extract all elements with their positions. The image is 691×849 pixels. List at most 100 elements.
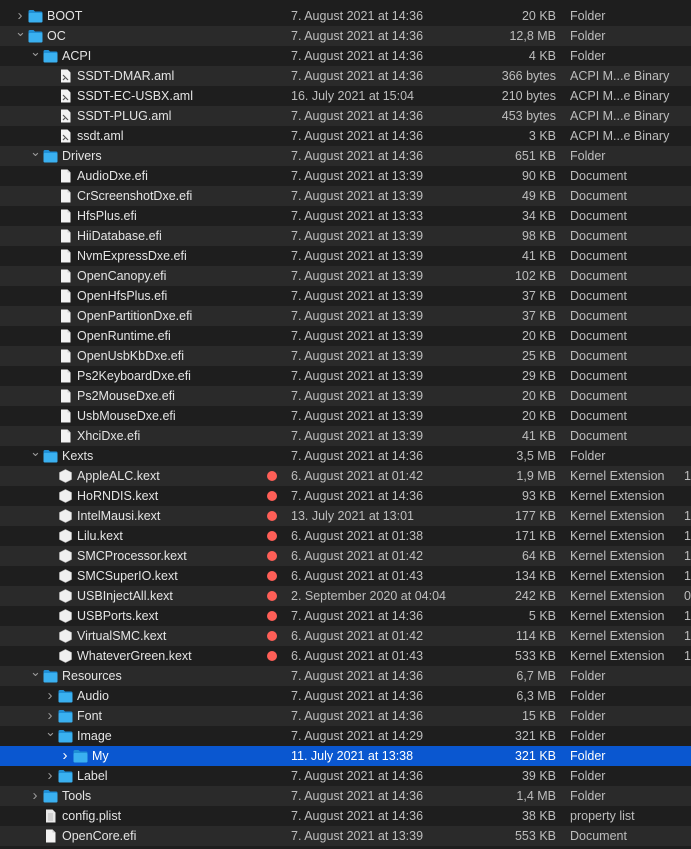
- file-row[interactable]: USBPorts.kext 7. August 2021 at 14:36 5 KB…: [0, 606, 691, 626]
- file-size: 20 KB: [521, 329, 556, 343]
- file-name: Lilu.kext: [77, 529, 123, 543]
- file-row[interactable]: HoRNDIS.kext 7. August 2021 at 14:36 93 KB…: [0, 486, 691, 506]
- file-size: 177 KB: [514, 509, 556, 523]
- file-row[interactable]: OpenUsbKbDxe.efi 7. August 2021 at 13:39 2…: [0, 346, 691, 366]
- kext-icon: [58, 589, 73, 603]
- chevron-down-icon[interactable]: ⌄: [30, 42, 41, 62]
- file-name: SSDT-DMAR.aml: [77, 69, 175, 83]
- file-kind: Kernel Extension: [570, 469, 665, 483]
- file-kind: Document: [570, 189, 627, 203]
- chevron-right-icon[interactable]: ›: [60, 746, 70, 766]
- red-tag-dot: [267, 531, 277, 541]
- file-row[interactable]: WhateverGreen.kext 6. August 2021 at 01:4…: [0, 646, 691, 666]
- file-row[interactable]: SMCProcessor.kext 6. August 2021 at 01:42…: [0, 546, 691, 566]
- file-row[interactable]: XhciDxe.efi 7. August 2021 at 13:39 41 KB D…: [0, 426, 691, 446]
- file-kind: Document: [570, 349, 627, 363]
- folder-row[interactable]: › My 11. July 2021 at 13:38 321 KB Folder: [0, 746, 691, 766]
- file-row[interactable]: OpenHfsPlus.efi 7. August 2021 at 13:39 37…: [0, 286, 691, 306]
- chevron-down-icon[interactable]: ⌄: [30, 442, 41, 462]
- file-size: 366 bytes: [501, 69, 556, 83]
- date-modified: 7. August 2021 at 14:36: [291, 669, 424, 683]
- document-icon: [58, 189, 73, 203]
- extra-column: 1: [684, 649, 691, 663]
- file-row[interactable]: OpenCore.efi 7. August 2021 at 13:39 553 K…: [0, 826, 691, 846]
- file-kind: Kernel Extension: [570, 569, 665, 583]
- date-modified: 7. August 2021 at 13:39: [291, 829, 424, 843]
- file-row[interactable]: AppleALC.kext 6. August 2021 at 01:42 1,9 …: [0, 466, 691, 486]
- file-kind: Document: [570, 429, 627, 443]
- file-name: OpenCore.efi: [62, 829, 137, 843]
- file-row[interactable]: Lilu.kext 6. August 2021 at 01:38 171 KB Ke…: [0, 526, 691, 546]
- file-row[interactable]: UsbMouseDxe.efi 7. August 2021 at 13:39 20…: [0, 406, 691, 426]
- plist-document-icon: [43, 809, 58, 823]
- file-name: SSDT-EC-USBX.aml: [77, 89, 193, 103]
- folder-row[interactable]: › Audio 7. August 2021 at 14:36 6,3 MB Folde…: [0, 686, 691, 706]
- folder-row[interactable]: ⌄ ACPI 7. August 2021 at 14:36 4 KB Folder: [0, 44, 691, 66]
- file-name: SMCSuperIO.kext: [77, 569, 178, 583]
- chevron-down-icon[interactable]: ⌄: [30, 142, 41, 162]
- red-tag-dot: [267, 571, 277, 581]
- date-modified: 7. August 2021 at 13:33: [291, 209, 424, 223]
- folder-icon: [43, 149, 58, 163]
- folder-row[interactable]: ⌄ Image 7. August 2021 at 14:29 321 KB Folde…: [0, 724, 691, 746]
- file-size: 98 KB: [521, 229, 556, 243]
- folder-icon: [58, 709, 73, 723]
- file-kind: ACPI M...e Binary: [570, 89, 670, 103]
- file-kind: Document: [570, 229, 627, 243]
- file-row[interactable]: USBInjectAll.kext 2. September 2020 at 04…: [0, 586, 691, 606]
- file-row[interactable]: Ps2MouseDxe.efi 7. August 2021 at 13:39 20…: [0, 386, 691, 406]
- file-row[interactable]: SMCSuperIO.kext 6. August 2021 at 01:43 13…: [0, 566, 691, 586]
- chevron-right-icon[interactable]: ›: [30, 786, 40, 806]
- chevron-right-icon[interactable]: ›: [45, 686, 55, 706]
- date-modified: 7. August 2021 at 14:29: [291, 729, 424, 743]
- file-row[interactable]: OpenPartitionDxe.efi 7. August 2021 at 13…: [0, 306, 691, 326]
- file-size: 12,8 MB: [509, 29, 556, 43]
- file-row[interactable]: IntelMausi.kext 13. July 2021 at 13:01 177…: [0, 506, 691, 526]
- file-row[interactable]: HfsPlus.efi 7. August 2021 at 13:33 34 KB D…: [0, 206, 691, 226]
- file-kind: Document: [570, 389, 627, 403]
- file-row[interactable]: AudioDxe.efi 7. August 2021 at 13:39 90 KB…: [0, 166, 691, 186]
- chevron-right-icon[interactable]: ›: [45, 766, 55, 786]
- file-row[interactable]: SSDT-EC-USBX.aml 16. July 2021 at 15:04 21…: [0, 86, 691, 106]
- red-tag-dot: [267, 511, 277, 521]
- document-icon: [58, 369, 73, 383]
- file-name: CrScreenshotDxe.efi: [77, 189, 193, 203]
- file-row[interactable]: VirtualSMC.kext 6. August 2021 at 01:42 11…: [0, 626, 691, 646]
- chevron-down-icon[interactable]: ⌄: [30, 662, 41, 682]
- file-name: OpenPartitionDxe.efi: [77, 309, 193, 323]
- folder-row[interactable]: ⌄ Kexts 7. August 2021 at 14:36 3,5 MB Folde…: [0, 444, 691, 466]
- file-row[interactable]: SSDT-DMAR.aml 7. August 2021 at 14:36 366 …: [0, 66, 691, 86]
- chevron-down-icon[interactable]: ⌄: [45, 722, 56, 742]
- file-row[interactable]: HiiDatabase.efi 7. August 2021 at 13:39 98…: [0, 226, 691, 246]
- document-icon: [58, 329, 73, 343]
- date-modified: 7. August 2021 at 13:39: [291, 269, 424, 283]
- chevron-down-icon[interactable]: ⌄: [15, 22, 26, 42]
- folder-row[interactable]: ⌄ OC 7. August 2021 at 14:36 12,8 MB Folder: [0, 24, 691, 46]
- file-row[interactable]: config.plist 7. August 2021 at 14:36 38 KB…: [0, 806, 691, 826]
- folder-icon: [43, 669, 58, 683]
- folder-row[interactable]: › Label 7. August 2021 at 14:36 39 KB Folder: [0, 766, 691, 786]
- file-size: 171 KB: [514, 529, 556, 543]
- file-row[interactable]: NvmExpressDxe.efi 7. August 2021 at 13:39…: [0, 246, 691, 266]
- extra-column: 1: [684, 629, 691, 643]
- file-name: Kexts: [62, 449, 94, 463]
- folder-icon: [43, 789, 58, 803]
- file-row[interactable]: CrScreenshotDxe.efi 7. August 2021 at 13:…: [0, 186, 691, 206]
- file-row[interactable]: Ps2KeyboardDxe.efi 7. August 2021 at 13:3…: [0, 366, 691, 386]
- file-kind: Folder: [570, 689, 606, 703]
- folder-row[interactable]: › Tools 7. August 2021 at 14:36 1,4 MB Folde…: [0, 786, 691, 806]
- file-size: 93 KB: [521, 489, 556, 503]
- folder-row[interactable]: ⌄ Resources 7. August 2021 at 14:36 6,7 MB F…: [0, 664, 691, 686]
- date-modified: 7. August 2021 at 14:36: [291, 789, 424, 803]
- document-icon: [58, 269, 73, 283]
- file-kind: Folder: [570, 749, 606, 763]
- folder-row[interactable]: › Font 7. August 2021 at 14:36 15 KB Folder: [0, 706, 691, 726]
- file-row[interactable]: OpenRuntime.efi 7. August 2021 at 13:39 20…: [0, 326, 691, 346]
- date-modified: 7. August 2021 at 14:36: [291, 49, 424, 63]
- folder-row[interactable]: ⌄ Drivers 7. August 2021 at 14:36 651 KB Fol…: [0, 144, 691, 166]
- file-size: 242 KB: [514, 589, 556, 603]
- file-row[interactable]: ssdt.aml 7. August 2021 at 14:36 3 KB ACPI …: [0, 126, 691, 146]
- file-row[interactable]: SSDT-PLUG.aml 7. August 2021 at 14:36 453 …: [0, 106, 691, 126]
- folder-row[interactable]: › BOOT 7. August 2021 at 14:36 20 KB Folder: [0, 6, 691, 26]
- file-row[interactable]: OpenCanopy.efi 7. August 2021 at 13:39 102…: [0, 266, 691, 286]
